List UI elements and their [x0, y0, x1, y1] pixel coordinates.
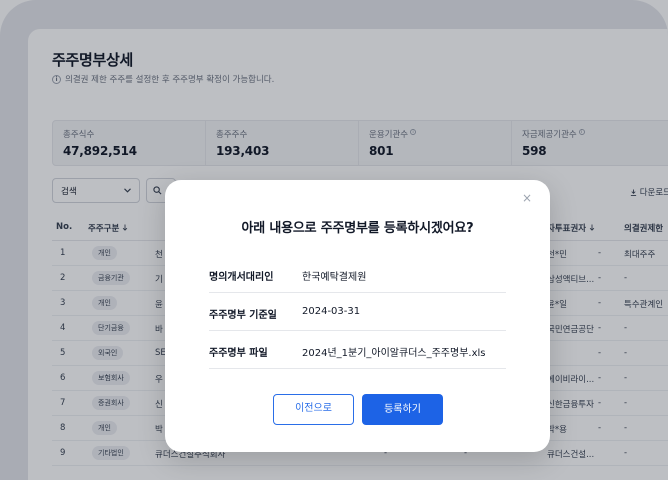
- info-row-file: 주주명부 파일 2024년_1분기_아이알큐더스_주주명부.xls: [209, 331, 506, 369]
- register-confirm-dialog: × 아래 내용으로 주주명부를 등록하시겠어요? 명의개서대리인 한국예탁결제원…: [165, 180, 550, 452]
- register-button[interactable]: 등록하기: [362, 394, 443, 425]
- close-icon[interactable]: ×: [522, 192, 532, 204]
- dialog-title: 아래 내용으로 주주명부를 등록하시겠어요?: [241, 221, 474, 236]
- info-label: 주주명부 기준일: [209, 310, 277, 321]
- info-row-record-date: 주주명부 기준일 2024-03-31: [209, 293, 506, 331]
- previous-button[interactable]: 이전으로: [273, 394, 354, 425]
- info-value: 한국예탁결제원: [302, 272, 367, 283]
- info-label: 명의개서대리인: [209, 272, 274, 283]
- info-value: 2024년_1분기_아이알큐더스_주주명부.xls: [302, 348, 486, 359]
- info-row-transfer-agent: 명의개서대리인 한국예탁결제원: [209, 255, 506, 293]
- info-label: 주주명부 파일: [209, 348, 268, 359]
- info-value: 2024-03-31: [302, 306, 361, 317]
